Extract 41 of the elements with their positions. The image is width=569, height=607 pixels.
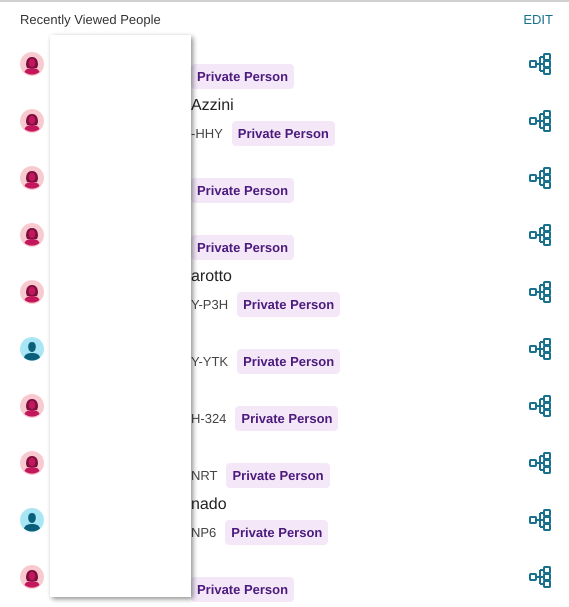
- person-name: arotto: [191, 268, 232, 285]
- person-tag: Private Person: [191, 576, 294, 602]
- person-tag: Private Person: [191, 64, 294, 88]
- person-tag: Private Person: [226, 462, 330, 488]
- hierarchy-icon[interactable]: [529, 452, 551, 474]
- person-tag: Private Person: [225, 520, 328, 544]
- avatar-icon: [20, 336, 44, 360]
- hierarchy-icon[interactable]: [529, 566, 551, 588]
- person-name: nado: [191, 496, 227, 513]
- hierarchy-icon[interactable]: [529, 52, 551, 74]
- hierarchy-icon[interactable]: [529, 508, 551, 530]
- person-id: H-324: [191, 410, 226, 426]
- hierarchy-icon[interactable]: [529, 166, 551, 188]
- person-tag: Private Person: [237, 348, 340, 374]
- avatar-icon: [20, 394, 44, 418]
- avatar-icon: [20, 564, 44, 588]
- avatar-icon: [20, 166, 44, 190]
- person-tag: Private Person: [191, 178, 294, 202]
- person-id: NRT: [191, 468, 218, 482]
- avatar-icon: [20, 52, 44, 76]
- avatar-icon: [20, 508, 44, 532]
- hierarchy-icon[interactable]: [529, 110, 551, 132]
- avatar-icon: [20, 280, 44, 304]
- edit-link[interactable]: EDIT: [523, 12, 553, 26]
- avatar-icon: [20, 108, 44, 132]
- person-tag: Private Person: [237, 292, 340, 316]
- person-tag: Private Person: [235, 406, 338, 430]
- person-id: Y-P3H: [191, 296, 228, 312]
- section-title: Recently Viewed People: [20, 12, 161, 26]
- hierarchy-icon[interactable]: [529, 280, 551, 302]
- avatar-icon: [20, 222, 44, 246]
- hierarchy-icon[interactable]: [529, 338, 551, 360]
- person-id: Y-YTK: [191, 354, 228, 368]
- person-tag: Private Person: [191, 234, 294, 260]
- avatar-icon: [20, 450, 44, 474]
- hierarchy-icon[interactable]: [529, 394, 551, 416]
- hierarchy-icon[interactable]: [529, 224, 551, 246]
- person-tag: Private Person: [232, 120, 335, 146]
- person-id: NP6: [191, 524, 216, 540]
- person-id: -HHY: [191, 126, 223, 140]
- person-name: Azzini: [191, 97, 234, 114]
